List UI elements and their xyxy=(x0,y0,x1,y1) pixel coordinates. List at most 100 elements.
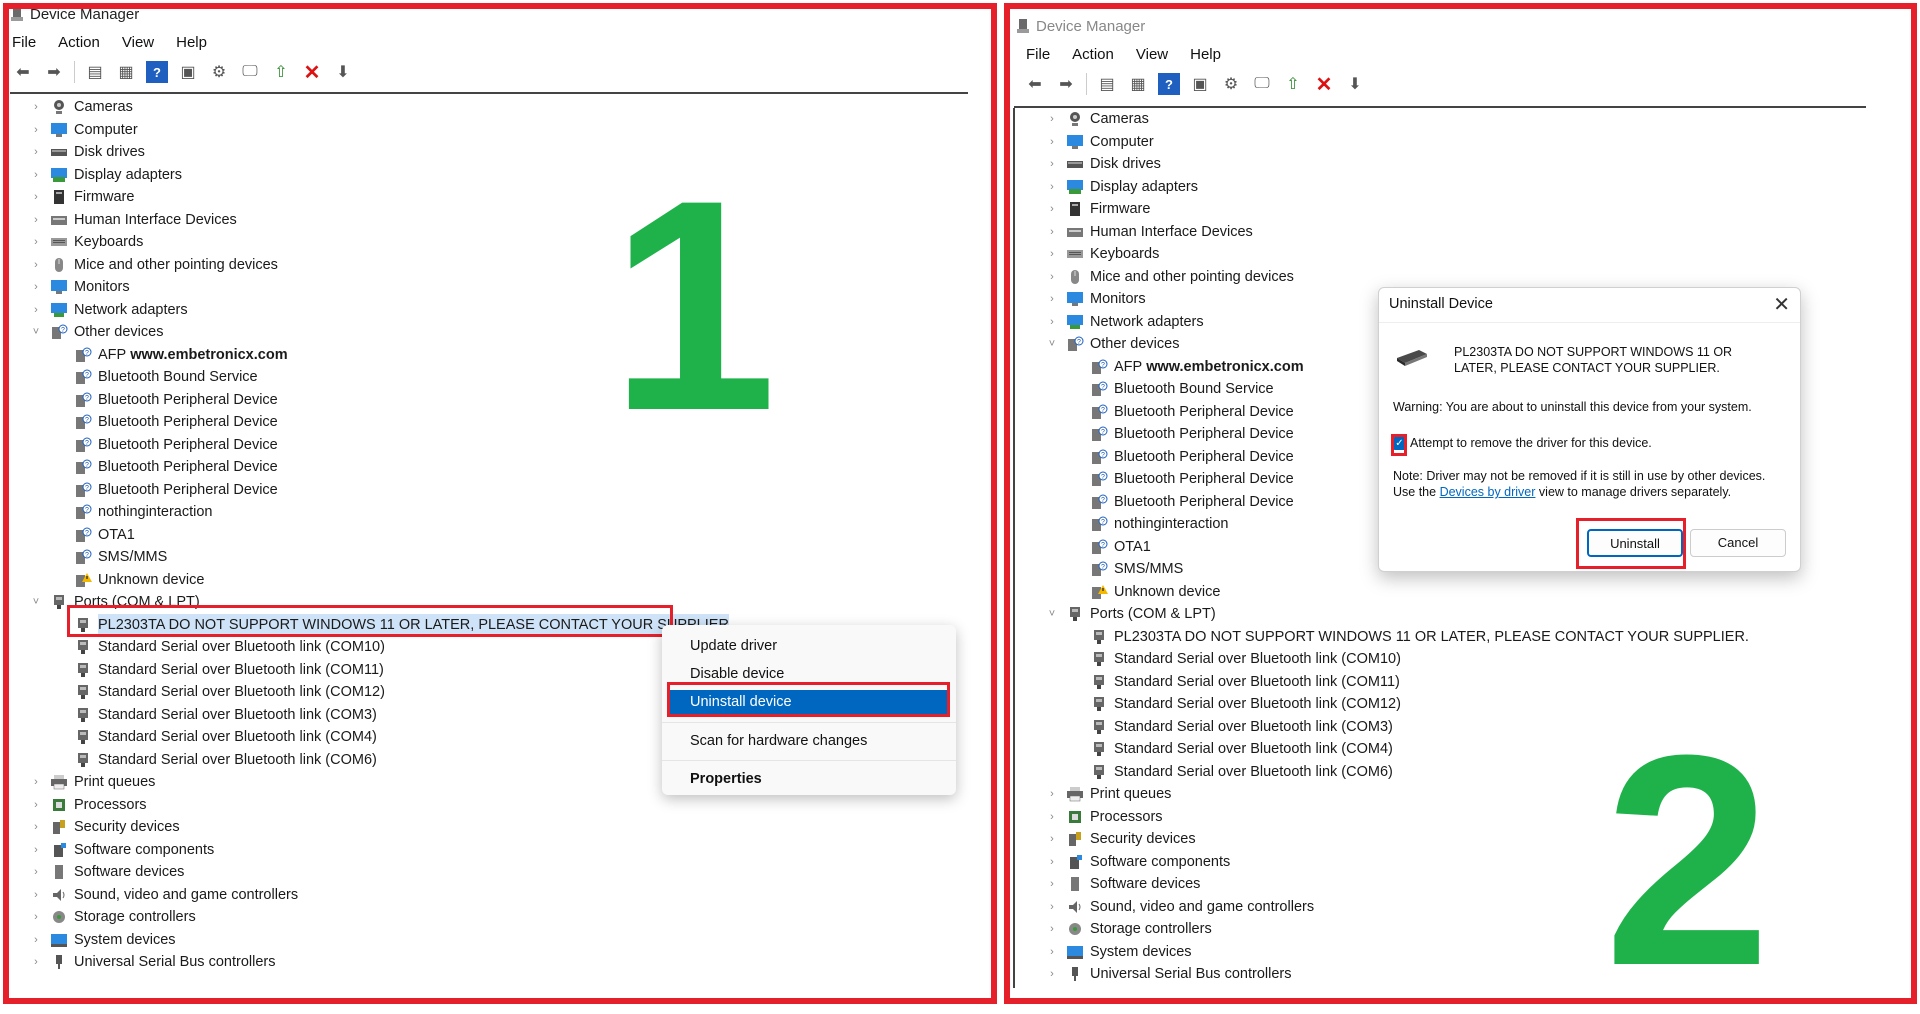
tree-category[interactable]: › Processors xyxy=(30,794,729,817)
chevron-right-icon[interactable]: › xyxy=(30,164,42,187)
uninstall-x-icon[interactable]: ✕ xyxy=(301,61,323,84)
chevron-right-icon[interactable]: › xyxy=(30,771,42,794)
back-arrow-icon[interactable]: ⬅ xyxy=(12,61,34,83)
tree-child-item[interactable]: ›Standard Serial over Bluetooth link (CO… xyxy=(30,659,729,682)
properties-icon[interactable]: ▦ xyxy=(1127,73,1149,95)
chevron-right-icon[interactable]: › xyxy=(1046,851,1058,874)
chevron-right-icon[interactable]: › xyxy=(30,141,42,164)
tree-view-icon[interactable]: ▤ xyxy=(1096,73,1118,95)
tree-child-item[interactable]: ›Standard Serial over Bluetooth link (CO… xyxy=(30,726,729,749)
ctx-update-driver[interactable]: Update driver xyxy=(670,634,948,658)
tree-category[interactable]: ˅ Ports (COM & LPT) xyxy=(30,591,729,614)
tree-child-item[interactable]: ›PL2303TA DO NOT SUPPORT WINDOWS 11 OR L… xyxy=(30,613,729,636)
chevron-right-icon[interactable]: › xyxy=(30,929,42,952)
tree-child-item[interactable]: ›Standard Serial over Bluetooth link (CO… xyxy=(1046,648,1749,671)
chevron-right-icon[interactable]: › xyxy=(1046,783,1058,806)
chevron-right-icon[interactable]: › xyxy=(30,861,42,884)
tree-category[interactable]: › Display adapters xyxy=(1046,176,1749,199)
chevron-right-icon[interactable]: › xyxy=(1046,266,1058,289)
tree-category[interactable]: › Software components xyxy=(30,839,729,862)
chevron-right-icon[interactable]: › xyxy=(1046,221,1058,244)
chevron-right-icon[interactable]: › xyxy=(30,186,42,209)
tree-child-item[interactable]: ›PL2303TA DO NOT SUPPORT WINDOWS 11 OR L… xyxy=(1046,626,1749,649)
tree-child-item[interactable]: ›?OTA1 xyxy=(30,524,729,547)
chevron-down-icon[interactable]: ˅ xyxy=(1046,603,1058,626)
chevron-right-icon[interactable]: › xyxy=(1046,828,1058,851)
tree-category[interactable]: › Cameras xyxy=(30,96,729,119)
chevron-right-icon[interactable]: › xyxy=(30,951,42,974)
tree-child-item[interactable]: ›Standard Serial over Bluetooth link (CO… xyxy=(30,681,729,704)
tree-category[interactable]: › Computer xyxy=(1046,131,1749,154)
chevron-right-icon[interactable]: › xyxy=(1046,176,1058,199)
menu-action[interactable]: Action xyxy=(1072,46,1114,63)
tree-category[interactable]: › Sound, video and game controllers xyxy=(30,884,729,907)
close-icon[interactable]: ✕ xyxy=(1773,292,1790,317)
uninstall-x-icon[interactable]: ✕ xyxy=(1313,73,1335,96)
menu-view[interactable]: View xyxy=(122,34,154,51)
chevron-right-icon[interactable]: › xyxy=(1046,198,1058,221)
chevron-right-icon[interactable]: › xyxy=(30,276,42,299)
menu-file[interactable]: File xyxy=(12,34,36,51)
forward-arrow-icon[interactable]: ➡ xyxy=(1055,73,1077,95)
tree-category[interactable]: › Mice and other pointing devices xyxy=(1046,266,1749,289)
chevron-down-icon[interactable]: ˅ xyxy=(30,321,42,344)
chevron-right-icon[interactable]: › xyxy=(1046,288,1058,311)
chevron-right-icon[interactable]: › xyxy=(30,96,42,119)
scan-hardware-icon[interactable]: 🖵 xyxy=(239,61,261,83)
chevron-right-icon[interactable]: › xyxy=(1046,131,1058,154)
menu-help[interactable]: Help xyxy=(176,34,207,51)
chevron-right-icon[interactable]: › xyxy=(1046,963,1058,986)
download-circle-icon[interactable]: ⬇ xyxy=(1344,73,1366,95)
add-legacy-icon[interactable]: ⇧ xyxy=(270,61,292,83)
chevron-right-icon[interactable]: › xyxy=(30,816,42,839)
help-icon[interactable]: ? xyxy=(146,61,168,83)
ctx-scan-hardware[interactable]: Scan for hardware changes xyxy=(670,729,948,753)
tree-child-item[interactable]: ›Standard Serial over Bluetooth link (CO… xyxy=(30,704,729,727)
back-arrow-icon[interactable]: ⬅ xyxy=(1024,73,1046,95)
tree-child-item[interactable]: ›Standard Serial over Bluetooth link (CO… xyxy=(30,749,729,772)
action-pane-icon[interactable]: ▣ xyxy=(1189,73,1211,95)
tree-category[interactable]: › Print queues xyxy=(30,771,729,794)
checkbox-checked-icon[interactable]: ✓ xyxy=(1393,436,1406,450)
chevron-right-icon[interactable]: › xyxy=(30,839,42,862)
chevron-right-icon[interactable]: › xyxy=(1046,153,1058,176)
chevron-right-icon[interactable]: › xyxy=(30,299,42,322)
tree-child-item[interactable]: ›?SMS/MMS xyxy=(30,546,729,569)
tree-category[interactable]: › Disk drives xyxy=(1046,153,1749,176)
tree-category[interactable]: › System devices xyxy=(30,929,729,952)
chevron-right-icon[interactable]: › xyxy=(1046,896,1058,919)
tree-category[interactable]: › Firmware xyxy=(1046,198,1749,221)
chevron-right-icon[interactable]: › xyxy=(1046,311,1058,334)
forward-arrow-icon[interactable]: ➡ xyxy=(43,61,65,83)
tree-category[interactable]: › Universal Serial Bus controllers xyxy=(30,951,729,974)
tree-child-item[interactable]: ›Standard Serial over Bluetooth link (CO… xyxy=(1046,671,1749,694)
chevron-right-icon[interactable]: › xyxy=(30,209,42,232)
chevron-right-icon[interactable]: › xyxy=(1046,243,1058,266)
remove-driver-checkbox-row[interactable]: ✓ Attempt to remove the driver for this … xyxy=(1393,436,1652,450)
tree-child-item[interactable]: ›Unknown device xyxy=(30,569,729,592)
tree-view-icon[interactable]: ▤ xyxy=(84,61,106,83)
ctx-properties[interactable]: Properties xyxy=(670,767,948,791)
chevron-right-icon[interactable]: › xyxy=(1046,873,1058,896)
tree-category[interactable]: › Security devices xyxy=(30,816,729,839)
chevron-right-icon[interactable]: › xyxy=(30,254,42,277)
tree-category[interactable]: › Storage controllers xyxy=(30,906,729,929)
tree-child-item[interactable]: ›?Bluetooth Peripheral Device xyxy=(30,479,729,502)
chevron-down-icon[interactable]: ˅ xyxy=(1046,333,1058,356)
update-driver-icon[interactable]: ⚙ xyxy=(1220,73,1242,95)
chevron-right-icon[interactable]: › xyxy=(1046,941,1058,964)
ctx-uninstall-device[interactable]: Uninstall device xyxy=(670,690,948,714)
chevron-right-icon[interactable]: › xyxy=(1046,108,1058,131)
chevron-right-icon[interactable]: › xyxy=(30,794,42,817)
chevron-right-icon[interactable]: › xyxy=(30,906,42,929)
action-pane-icon[interactable]: ▣ xyxy=(177,61,199,83)
ctx-disable-device[interactable]: Disable device xyxy=(670,662,948,686)
chevron-right-icon[interactable]: › xyxy=(30,884,42,907)
uninstall-button[interactable]: Uninstall xyxy=(1587,529,1683,557)
download-circle-icon[interactable]: ⬇ xyxy=(332,61,354,83)
menu-view[interactable]: View xyxy=(1136,46,1168,63)
tree-category[interactable]: › Human Interface Devices xyxy=(1046,221,1749,244)
add-legacy-icon[interactable]: ⇧ xyxy=(1282,73,1304,95)
chevron-right-icon[interactable]: › xyxy=(30,231,42,254)
update-driver-icon[interactable]: ⚙ xyxy=(208,61,230,83)
